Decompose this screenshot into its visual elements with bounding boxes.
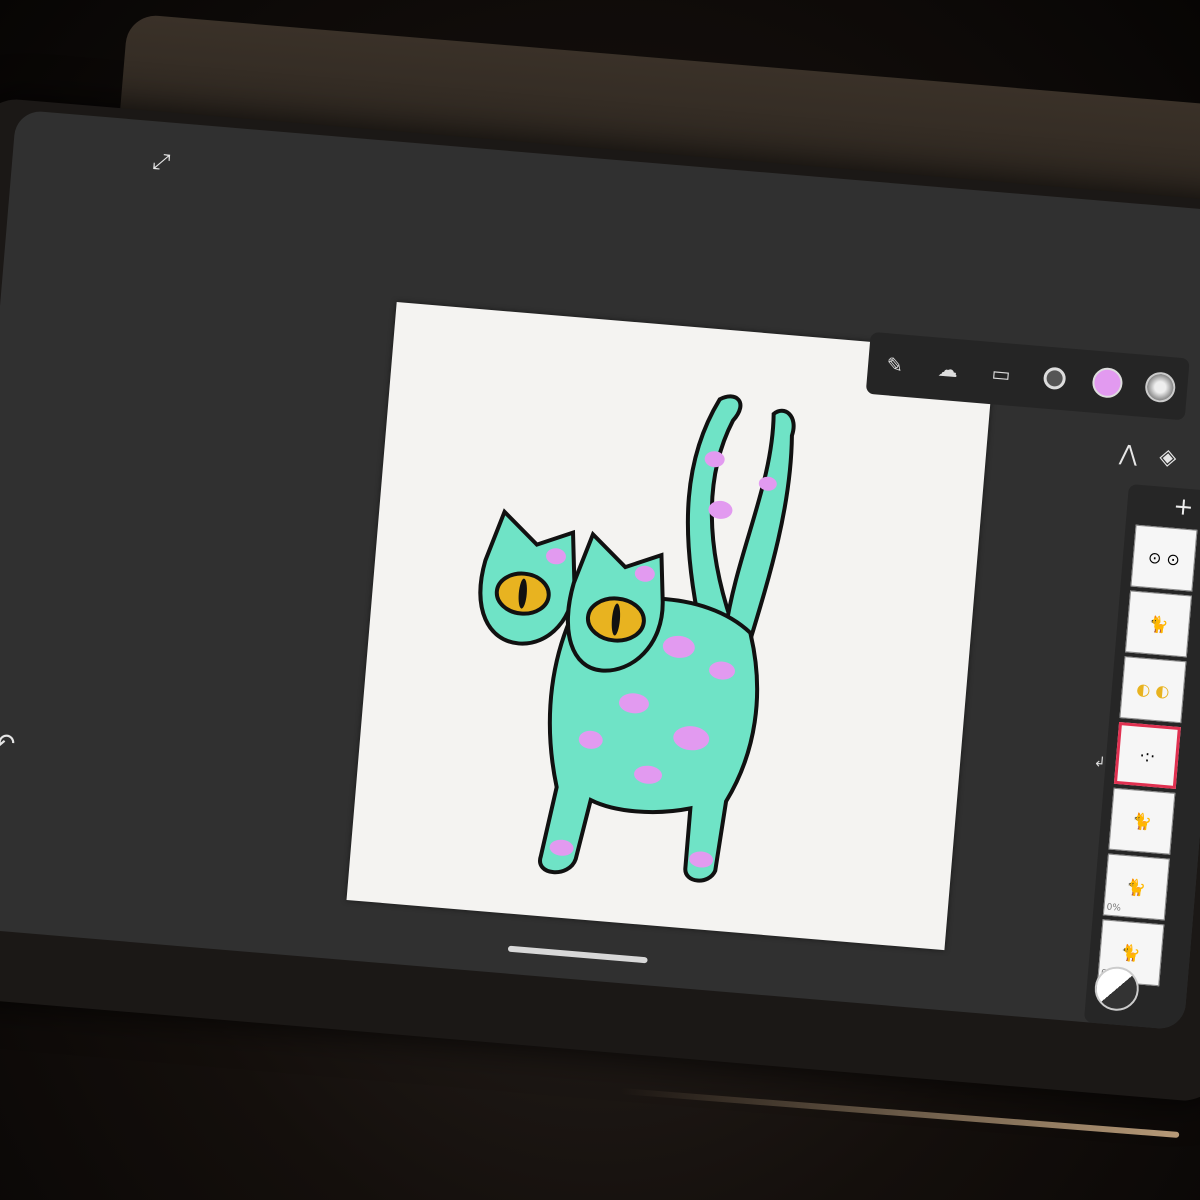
fullscreen-icon[interactable]: ⤢ bbox=[152, 149, 172, 175]
drawing-canvas[interactable] bbox=[346, 302, 995, 951]
cat-artwork bbox=[478, 394, 796, 883]
clipping-mask-icon: ↲ bbox=[1092, 754, 1107, 771]
layer-thumb-art: ·:· bbox=[1138, 745, 1156, 766]
tablet-screen: ⤢ ↶ ✎ ☁ ▭ ⋀ ◈ + ⊙ ⊙ 🐈 ◐ ◐ ↲ ·:· 🐈 🐈 0% 🐈 bbox=[0, 109, 1200, 1031]
layer-thumbnail[interactable]: 🐈0% bbox=[1102, 853, 1170, 921]
layer-thumb-art: 🐈 bbox=[1131, 810, 1153, 832]
layer-thumb-art: 🐈 bbox=[1125, 876, 1148, 898]
layer-thumbnail[interactable]: ◐ ◐ bbox=[1119, 656, 1187, 724]
active-color-swatch bbox=[1091, 366, 1124, 400]
home-indicator[interactable] bbox=[507, 945, 648, 964]
layer-thumbnail[interactable]: 🐈 bbox=[1108, 787, 1176, 855]
layer-thumbnail[interactable]: 🐈 bbox=[1124, 590, 1192, 658]
undo-icon[interactable]: ↶ bbox=[0, 728, 16, 760]
symmetry-icon[interactable]: ⋀ bbox=[1119, 441, 1139, 467]
brush-size-icon bbox=[1042, 366, 1067, 391]
opacity-dial-icon bbox=[1144, 371, 1177, 404]
brush-icon[interactable]: ✎ bbox=[876, 347, 913, 384]
opacity-button[interactable] bbox=[1142, 369, 1179, 406]
layer-thumbnail-selected[interactable]: ·:· bbox=[1113, 721, 1181, 789]
layer-thumb-art: 🐈 bbox=[1120, 942, 1142, 964]
layer-thumb-art: ◐ ◐ bbox=[1135, 678, 1171, 701]
layer-opacity-label: 0% bbox=[1106, 902, 1122, 914]
layer-thumb-art: ⊙ ⊙ bbox=[1147, 547, 1181, 569]
layers-icon[interactable]: ◈ bbox=[1158, 444, 1177, 470]
brush-size-button[interactable] bbox=[1036, 360, 1073, 397]
smudge-icon[interactable]: ☁ bbox=[930, 351, 967, 388]
color-button[interactable] bbox=[1089, 364, 1126, 401]
eraser-icon[interactable]: ▭ bbox=[983, 356, 1020, 393]
layer-thumbnail[interactable]: ⊙ ⊙ bbox=[1130, 524, 1198, 592]
layer-thumb-art: 🐈 bbox=[1147, 613, 1170, 635]
add-layer-button[interactable]: + bbox=[1172, 492, 1194, 522]
